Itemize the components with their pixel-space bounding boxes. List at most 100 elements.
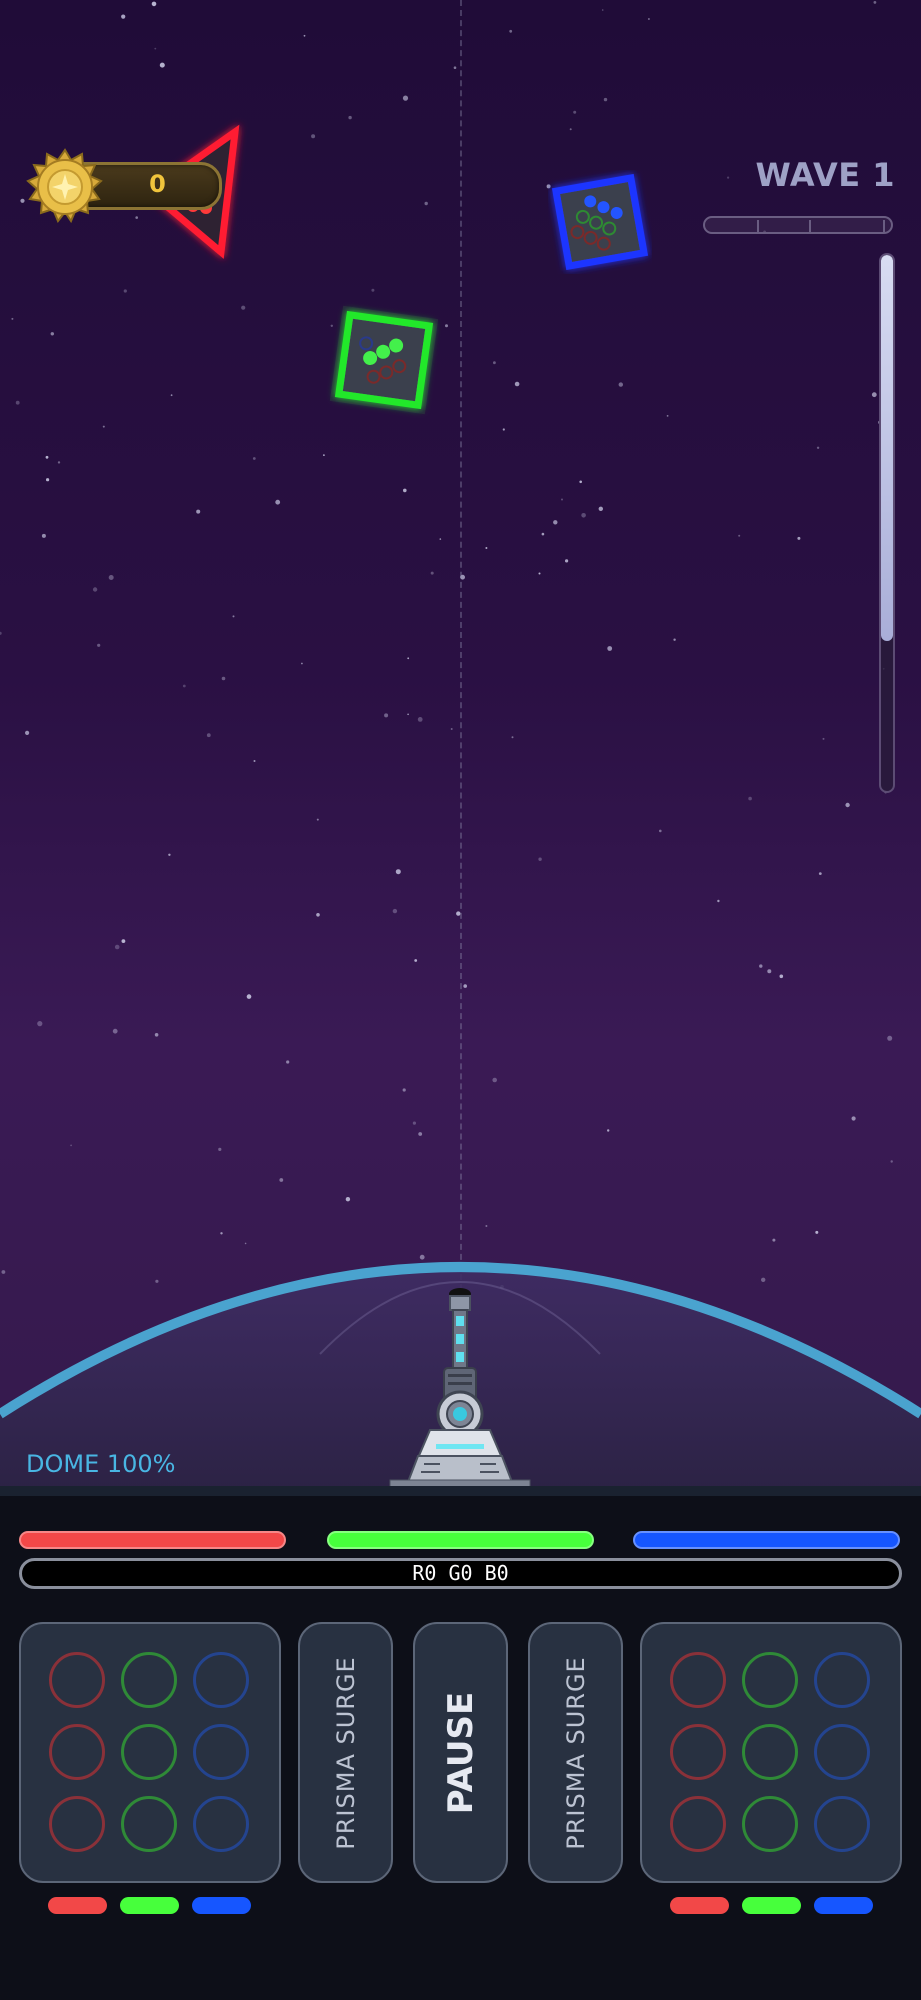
wave-label: WAVE 1 — [755, 156, 895, 194]
star — [579, 480, 582, 484]
star — [403, 488, 407, 493]
right-red-button[interactable] — [670, 1724, 726, 1780]
star — [748, 796, 752, 801]
star — [511, 736, 514, 739]
star — [206, 733, 211, 738]
left-green-indicator — [120, 1897, 179, 1914]
star — [218, 1147, 222, 1151]
star — [418, 1132, 423, 1136]
star — [450, 728, 453, 730]
star — [818, 872, 822, 875]
star — [154, 1033, 159, 1037]
star — [618, 382, 623, 387]
right-prisma-surge-button[interactable]: PRISMA SURGE — [528, 1622, 623, 1883]
star — [402, 1088, 406, 1092]
star — [797, 536, 801, 540]
left-blue-button[interactable] — [193, 1724, 249, 1780]
star — [384, 713, 389, 718]
star — [430, 571, 434, 575]
star — [348, 115, 352, 120]
right-green-button[interactable] — [742, 1652, 798, 1708]
star — [541, 532, 545, 536]
star — [417, 717, 423, 722]
left-red-button[interactable] — [49, 1652, 105, 1708]
star — [439, 538, 442, 540]
star — [279, 1178, 284, 1182]
star — [493, 361, 496, 365]
star — [0, 631, 2, 635]
pause-button[interactable]: PAUSE — [413, 1622, 508, 1883]
enemy-blue-square — [551, 173, 649, 271]
star — [253, 760, 256, 762]
star — [121, 939, 126, 943]
star — [816, 446, 820, 449]
left-red-button[interactable] — [49, 1796, 105, 1852]
red-energy-bar — [19, 1531, 286, 1549]
wave-progress-bar — [703, 216, 893, 234]
blue-energy-bar — [633, 1531, 900, 1549]
star — [286, 1060, 290, 1064]
star — [46, 478, 50, 482]
star — [182, 684, 186, 688]
star — [845, 802, 850, 808]
star — [316, 818, 319, 821]
star — [553, 520, 558, 525]
right-prisma-surge-label: PRISMA SURGE — [561, 1655, 590, 1850]
right-red-button[interactable] — [670, 1796, 726, 1852]
left-green-button[interactable] — [121, 1796, 177, 1852]
star — [851, 1116, 856, 1121]
star — [492, 1077, 498, 1083]
right-green-indicator — [742, 1897, 801, 1914]
star — [252, 457, 256, 460]
right-green-button[interactable] — [742, 1724, 798, 1780]
star — [151, 1, 157, 7]
star — [581, 513, 586, 518]
left-green-button[interactable] — [121, 1724, 177, 1780]
star — [102, 425, 105, 428]
star — [50, 332, 54, 336]
right-blue-button[interactable] — [814, 1796, 870, 1852]
left-blue-button[interactable] — [193, 1652, 249, 1708]
charge-meter-fill — [881, 255, 893, 641]
star — [407, 713, 409, 716]
star — [647, 18, 650, 20]
star — [485, 1225, 488, 1227]
star — [121, 14, 126, 19]
star — [414, 959, 418, 962]
star — [607, 646, 613, 651]
left-prisma-surge-button[interactable]: PRISMA SURGE — [298, 1622, 393, 1883]
star — [538, 857, 542, 861]
right-blue-button[interactable] — [814, 1652, 870, 1708]
right-blue-indicator — [814, 1897, 873, 1914]
game-scene[interactable]: 0 WAVE 1 DOME 100% — [0, 0, 921, 1492]
star — [659, 829, 662, 833]
star — [727, 176, 730, 179]
rgb-readout: R0 G0 B0 — [19, 1558, 902, 1589]
star — [565, 559, 569, 563]
star — [316, 913, 320, 917]
star — [767, 969, 772, 974]
right-green-button[interactable] — [742, 1796, 798, 1852]
right-color-pad — [640, 1622, 902, 1883]
star — [887, 1035, 893, 1041]
star — [92, 587, 98, 592]
right-red-button[interactable] — [670, 1652, 726, 1708]
star — [232, 615, 235, 618]
right-blue-button[interactable] — [814, 1724, 870, 1780]
star — [485, 547, 488, 549]
star — [159, 62, 165, 68]
star — [37, 1021, 43, 1027]
left-blue-button[interactable] — [193, 1796, 249, 1852]
star — [412, 1121, 416, 1125]
star — [345, 1197, 351, 1202]
star — [108, 575, 114, 580]
left-red-button[interactable] — [49, 1724, 105, 1780]
star — [221, 676, 226, 681]
turret-icon — [389, 1288, 531, 1491]
star — [168, 853, 171, 856]
left-green-button[interactable] — [121, 1652, 177, 1708]
star — [607, 1129, 610, 1132]
star — [301, 662, 303, 665]
star — [311, 134, 316, 139]
star — [463, 984, 468, 988]
